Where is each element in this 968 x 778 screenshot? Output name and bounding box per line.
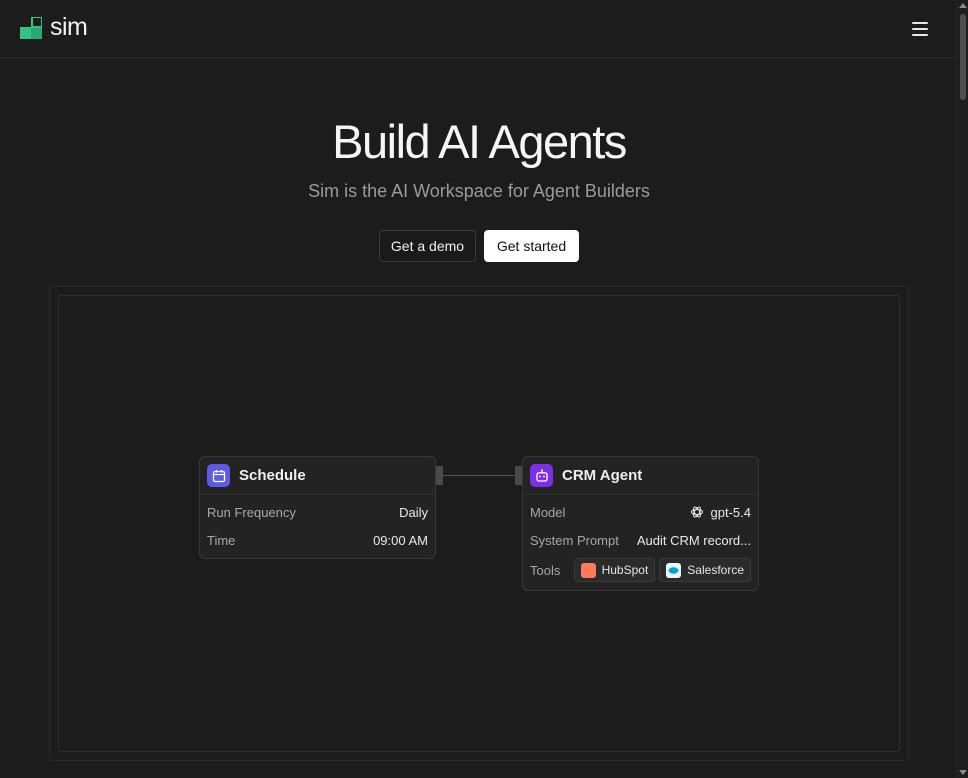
model-label: Model [530, 504, 566, 520]
get-demo-button[interactable]: Get a demo [379, 230, 476, 262]
crm-agent-node-title: CRM Agent [562, 467, 643, 484]
system-prompt-row: System Prompt Audit CRM record... [523, 526, 758, 554]
schedule-output-handle[interactable] [436, 466, 443, 485]
logo-text: sim [50, 12, 88, 41]
workflow-canvas[interactable] [58, 295, 900, 752]
get-started-button[interactable]: Get started [484, 230, 579, 262]
schedule-node[interactable]: Schedule Run Frequency Daily Time 09:00 … [199, 456, 436, 559]
time-row: Time 09:00 AM [200, 526, 435, 554]
tool-chip-label: HubSpot [601, 563, 649, 577]
scroll-up-icon[interactable] [959, 3, 967, 8]
scroll-down-icon[interactable] [959, 770, 967, 775]
hero-title: Build AI Agents [332, 115, 627, 168]
system-prompt-value: Audit CRM record... [636, 532, 751, 548]
hero-subtitle: Sim is the AI Workspace for Agent Builde… [308, 181, 650, 201]
crm-agent-node-header: CRM Agent [523, 457, 758, 495]
model-value: gpt-5.4 [710, 504, 751, 520]
robot-icon [530, 464, 553, 487]
model-row: Model gpt-5.4 [523, 498, 758, 526]
hubspot-icon [580, 562, 596, 578]
time-value: 09:00 AM [373, 532, 428, 548]
hamburger-menu-icon[interactable] [912, 20, 932, 38]
schedule-node-title: Schedule [239, 467, 306, 484]
time-label: Time [207, 532, 236, 548]
calendar-icon [207, 464, 230, 487]
logo-link[interactable]: sim [20, 12, 88, 41]
tools-label: Tools [530, 562, 561, 578]
tool-chip-label: Salesforce [687, 563, 744, 577]
landing-page: sim Build AI Agents Sim is the AI Worksp… [0, 0, 968, 778]
crm-agent-node[interactable]: CRM Agent Model gpt-5.4 System Prompt Au… [522, 456, 759, 591]
run-frequency-label: Run Frequency [207, 504, 296, 520]
scroll-thumb[interactable] [960, 14, 966, 100]
sim-logo-icon [20, 17, 42, 39]
tools-row: Tools HubSpot Salesforce [523, 554, 758, 586]
run-frequency-value: Daily [399, 504, 428, 520]
top-nav: sim [0, 0, 956, 58]
openai-icon [690, 506, 703, 518]
schedule-node-header: Schedule [200, 457, 435, 495]
tool-chip-salesforce[interactable]: Salesforce [659, 558, 751, 582]
salesforce-icon [666, 562, 682, 578]
page-scrollbar[interactable] [956, 0, 968, 778]
run-frequency-row: Run Frequency Daily [200, 498, 435, 526]
workflow-edge [443, 475, 515, 476]
system-prompt-label: System Prompt [530, 532, 619, 548]
agent-input-handle[interactable] [515, 466, 522, 485]
tool-chip-hubspot[interactable]: HubSpot [573, 558, 656, 582]
